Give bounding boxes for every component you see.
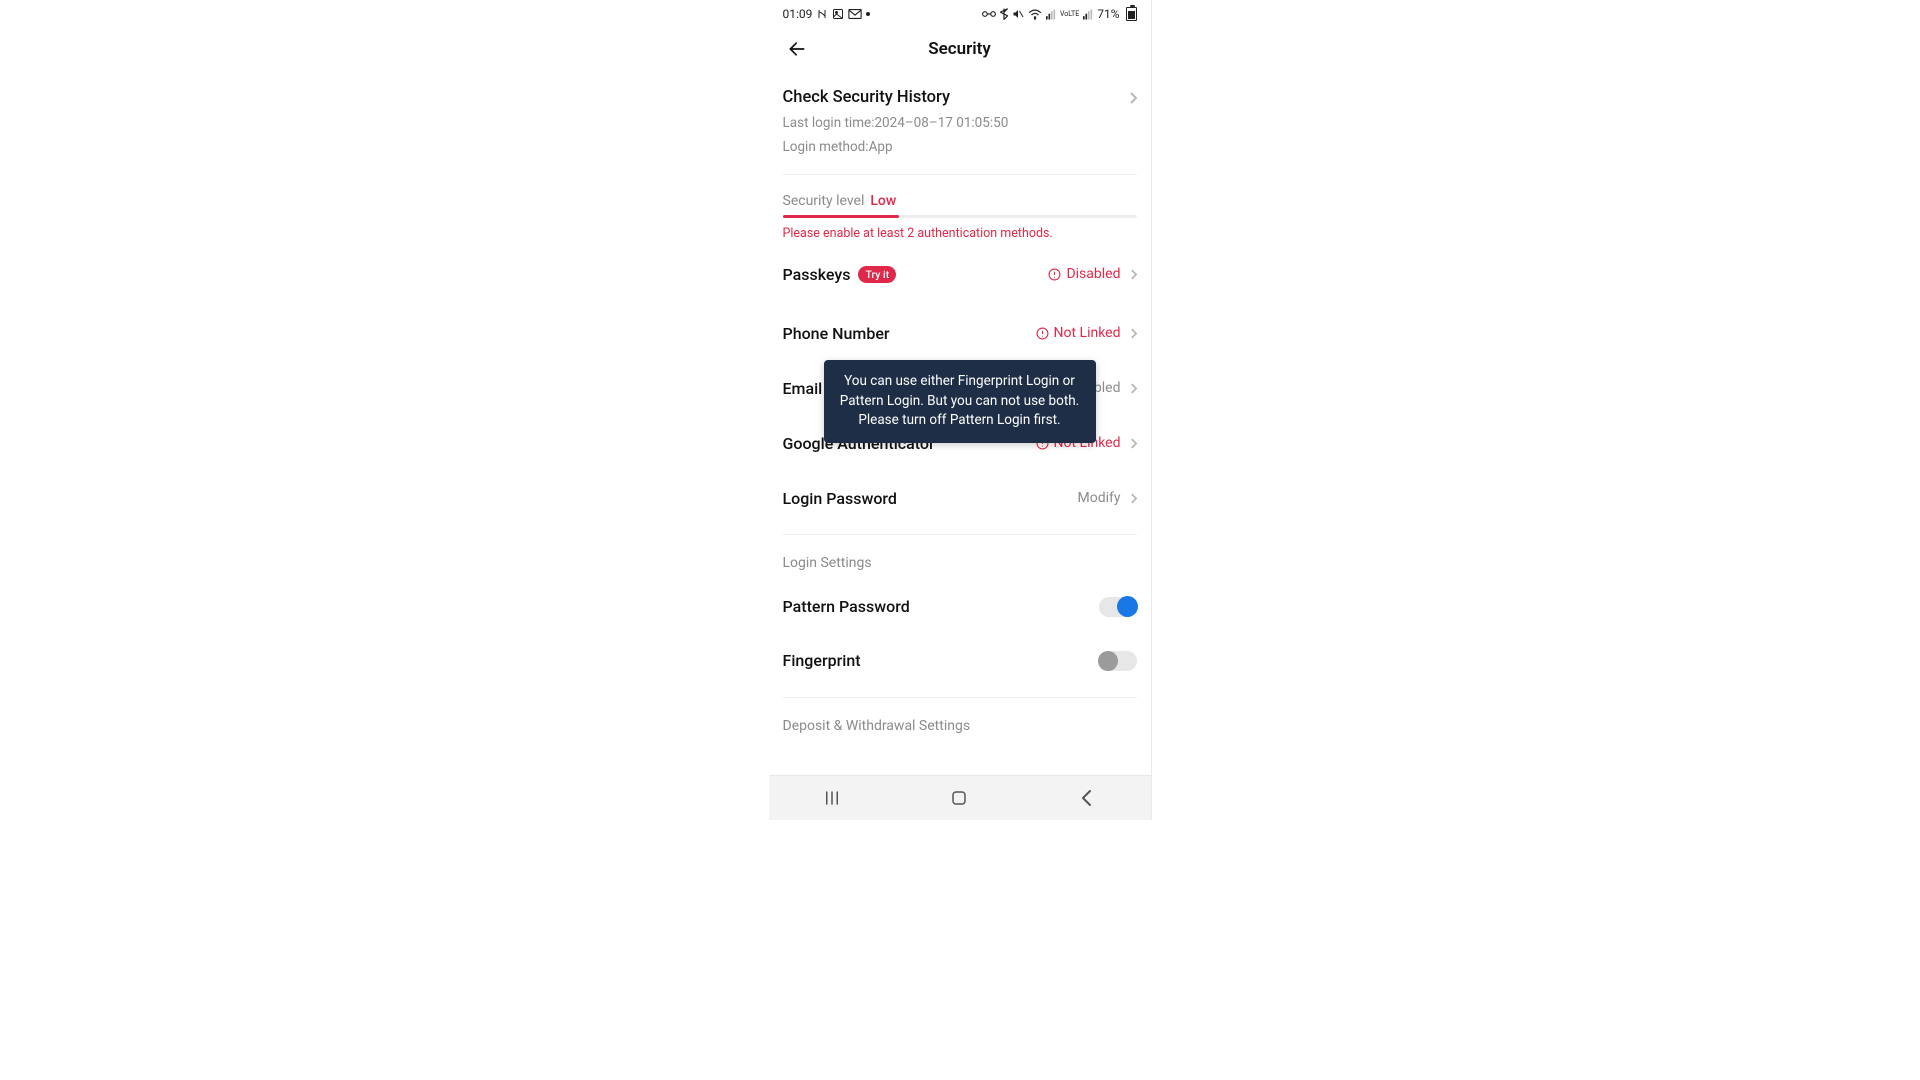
gmail-icon xyxy=(848,9,862,19)
phone-number-title: Phone Number xyxy=(783,324,890,343)
nfc-icon xyxy=(816,8,828,20)
recents-button[interactable] xyxy=(812,778,852,818)
login-password-status-text: Modify xyxy=(1078,490,1121,506)
back-button[interactable] xyxy=(783,35,811,63)
battery-icon xyxy=(1126,7,1137,21)
signal-icon-1 xyxy=(1046,9,1056,20)
chevron-right-icon xyxy=(1130,493,1137,504)
fingerprint-title: Fingerprint xyxy=(783,651,861,670)
dot-icon xyxy=(866,12,870,16)
deposit-withdrawal-settings-label: Deposit & Withdrawal Settings xyxy=(783,718,1137,734)
back-nav-button[interactable] xyxy=(1067,778,1107,818)
battery-percent: 71% xyxy=(1097,7,1119,21)
login-password-title: Login Password xyxy=(783,489,897,508)
alert-circle-icon xyxy=(1048,268,1061,281)
try-it-badge: Try it xyxy=(858,266,896,283)
phone-number-status: Not Linked xyxy=(1036,325,1137,341)
picture-icon xyxy=(832,8,844,20)
security-level-row: Security level Low xyxy=(783,193,1137,209)
passkeys-title: Passkeys xyxy=(783,265,851,284)
chevron-right-icon xyxy=(1130,328,1137,339)
android-navbar xyxy=(769,775,1151,820)
header: Security xyxy=(769,28,1151,70)
passkeys-status-text: Disabled xyxy=(1066,266,1120,282)
last-login-time: Last login time:2024–08–17 01:05:50 xyxy=(783,113,1137,133)
vpn-key-icon xyxy=(982,9,996,19)
security-level-bar xyxy=(783,215,1137,218)
alert-circle-icon xyxy=(1036,327,1049,340)
fingerprint-toggle[interactable] xyxy=(1099,651,1137,671)
divider xyxy=(783,697,1137,698)
login-settings-label: Login Settings xyxy=(783,555,1137,571)
divider xyxy=(783,534,1137,535)
security-history-title: Check Security History xyxy=(783,88,951,107)
phone-number-status-text: Not Linked xyxy=(1054,325,1121,341)
login-method: Login method:App xyxy=(783,137,1137,157)
divider xyxy=(783,174,1137,175)
statusbar: 01:09 xyxy=(769,0,1151,28)
login-password-status: Modify xyxy=(1078,490,1137,506)
signal-icon-2 xyxy=(1083,9,1093,20)
security-level-label: Security level xyxy=(783,193,865,209)
chevron-right-icon xyxy=(1130,438,1137,449)
fingerprint-row[interactable]: Fingerprint xyxy=(783,651,1137,671)
chevron-right-icon xyxy=(1130,383,1137,394)
pattern-password-title: Pattern Password xyxy=(783,597,910,616)
pattern-password-row[interactable]: Pattern Password xyxy=(783,597,1137,617)
volte-label: VoLTE xyxy=(1060,11,1079,18)
security-level-hint: Please enable at least 2 authentication … xyxy=(783,226,1137,241)
pattern-password-toggle[interactable] xyxy=(1099,597,1137,617)
email-title: Email xyxy=(783,379,823,398)
login-password-row[interactable]: Login Password Modify xyxy=(783,489,1137,508)
phone-number-row[interactable]: Phone Number Not Linked xyxy=(783,324,1137,343)
wifi-icon xyxy=(1028,9,1042,20)
chevron-right-icon xyxy=(1130,269,1137,280)
mute-icon xyxy=(1012,8,1024,20)
home-button[interactable] xyxy=(939,778,979,818)
page-title: Security xyxy=(769,39,1151,59)
chevron-right-icon xyxy=(1129,92,1137,104)
passkeys-status: Disabled xyxy=(1048,266,1136,282)
toast-message: You can use either Fingerprint Login or … xyxy=(824,360,1096,443)
phone-frame: 01:09 xyxy=(769,0,1152,820)
security-level-value: Low xyxy=(870,193,896,209)
statusbar-time: 01:09 xyxy=(783,7,813,21)
passkeys-row[interactable]: Passkeys Try it Disabled xyxy=(783,265,1137,284)
security-history-row[interactable]: Check Security History xyxy=(783,78,1137,107)
bluetooth-icon xyxy=(1000,8,1008,20)
arrow-left-icon xyxy=(787,39,807,59)
